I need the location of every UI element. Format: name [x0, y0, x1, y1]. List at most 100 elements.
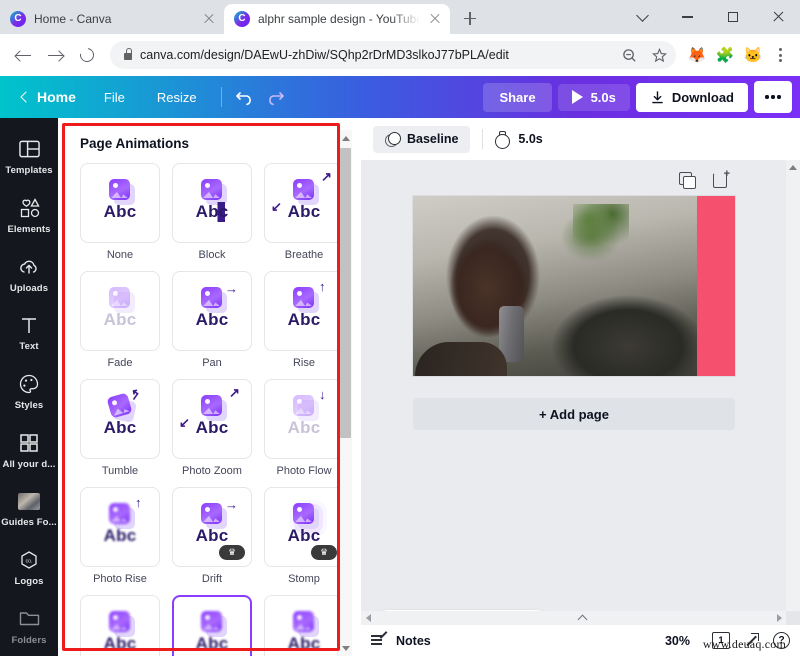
- minimize-icon[interactable]: [665, 0, 710, 34]
- sidebar-item-styles[interactable]: Styles: [0, 363, 58, 422]
- sidebar-item-uploads[interactable]: Uploads: [0, 245, 58, 304]
- scroll-left-button[interactable]: [361, 611, 375, 625]
- animation-option[interactable]: Abc: [264, 595, 344, 656]
- canvas-vertical-scrollbar[interactable]: [786, 160, 800, 624]
- play-duration-label: 5.0s: [590, 89, 616, 105]
- page-animations-panel: Page Animations Abc None Abc Block Abc ↗ ↙ Brea…: [58, 118, 360, 656]
- new-tab-button[interactable]: [456, 4, 484, 32]
- animation-option[interactable]: Abc ↑ Photo Rise: [80, 487, 160, 585]
- animation-thumbnail[interactable]: Abc: [80, 271, 160, 351]
- reload-icon[interactable]: [72, 40, 102, 70]
- abc-sample-text: Abc: [103, 634, 137, 653]
- sidebar-item-text[interactable]: Text: [0, 304, 58, 363]
- tab-title: alphr sample design - YouTube T: [258, 12, 420, 26]
- panel-scrollbar[interactable]: [337, 130, 352, 656]
- zoom-level[interactable]: 30%: [665, 634, 690, 648]
- play-preview-button[interactable]: 5.0s: [557, 83, 630, 111]
- address-bar[interactable]: canva.com/design/DAEwU-zhDiw/SQhp2rDrMD3…: [110, 41, 676, 69]
- scroll-up-button[interactable]: [786, 160, 800, 175]
- browser-tab-home-canva[interactable]: C Home - Canva: [0, 4, 224, 34]
- animation-thumbnail[interactable]: Abc: [172, 163, 252, 243]
- add-page-button[interactable]: + Add page: [413, 398, 735, 430]
- animation-thumbnail[interactable]: Abc → ♛: [172, 487, 252, 567]
- animation-thumbnail[interactable]: Abc: [172, 595, 252, 656]
- animation-option[interactable]: Abc None: [80, 163, 160, 261]
- close-icon[interactable]: [202, 12, 216, 26]
- browser-menu-icon[interactable]: [768, 42, 792, 68]
- page-duration-button[interactable]: 5.0s: [495, 131, 543, 149]
- baseline-label: Baseline: [407, 132, 459, 146]
- canvas-scroll-area: + Add page Happy Whistling Uku...: [361, 160, 786, 648]
- add-page-icon[interactable]: [712, 169, 730, 188]
- animation-option[interactable]: Abc ↑ Rise: [264, 271, 344, 369]
- animation-option[interactable]: Abc ♛ Stomp: [264, 487, 344, 585]
- image-placeholder-icon: [109, 611, 130, 632]
- scroll-right-button[interactable]: [772, 611, 786, 625]
- bookmark-star-icon[interactable]: [648, 44, 670, 66]
- zoom-out-icon[interactable]: [618, 44, 640, 66]
- scroll-down-button[interactable]: [338, 640, 353, 656]
- animation-preview: Abc: [181, 606, 243, 656]
- photo-element[interactable]: [413, 196, 697, 376]
- cat-avatar-icon[interactable]: 🐱: [740, 42, 766, 68]
- sidebar-item-elements[interactable]: Elements: [0, 187, 58, 246]
- timeline-expand-handle[interactable]: [553, 611, 611, 625]
- sidebar-item-logos[interactable]: co. Logos: [0, 539, 58, 598]
- share-button[interactable]: Share: [483, 82, 552, 112]
- tab-search-chevron-down-icon[interactable]: [620, 0, 665, 34]
- animation-thumbnail[interactable]: Abc: [264, 595, 344, 656]
- sidebar-item-folders[interactable]: Folders: [0, 597, 58, 656]
- animation-option[interactable]: Abc ↗ ↙ Photo Zoom: [172, 379, 252, 477]
- animation-option[interactable]: Abc: [80, 595, 160, 656]
- extensions-puzzle-icon[interactable]: 🧩: [712, 42, 738, 68]
- abc-sample-text: Abc: [103, 418, 137, 437]
- scrollbar-thumb[interactable]: [340, 148, 351, 438]
- duplicate-page-icon[interactable]: [679, 172, 696, 189]
- animation-thumbnail[interactable]: Abc ↰: [80, 379, 160, 459]
- more-options-button[interactable]: [754, 81, 792, 113]
- close-icon[interactable]: [428, 12, 442, 26]
- scroll-up-button[interactable]: [338, 130, 353, 146]
- shoulder-detail: [415, 342, 507, 376]
- timer-icon: [495, 131, 511, 149]
- animation-thumbnail[interactable]: Abc ↑: [264, 271, 344, 351]
- animation-option[interactable]: Abc Fade: [80, 271, 160, 369]
- animation-option[interactable]: Abc Block: [172, 163, 252, 261]
- design-page[interactable]: [413, 196, 735, 376]
- play-icon: [571, 90, 583, 104]
- animation-thumbnail[interactable]: Abc ♛: [264, 487, 344, 567]
- home-button[interactable]: Home: [10, 83, 88, 111]
- sidebar-item-templates[interactable]: Templates: [0, 128, 58, 187]
- animation-option[interactable]: Abc ↰ Tumble: [80, 379, 160, 477]
- animation-option[interactable]: Abc ↗ ↙ Breathe: [264, 163, 344, 261]
- forward-arrow-icon[interactable]: [40, 40, 70, 70]
- notes-button[interactable]: Notes: [371, 633, 431, 648]
- animation-thumbnail[interactable]: Abc →: [172, 271, 252, 351]
- metamask-fox-icon[interactable]: 🦊: [684, 42, 710, 68]
- animation-option[interactable]: Abc → Pan: [172, 271, 252, 369]
- download-button[interactable]: Download: [635, 82, 748, 112]
- maximize-icon[interactable]: [710, 0, 755, 34]
- browser-tab-alphr-sample-design[interactable]: C alphr sample design - YouTube T: [224, 4, 450, 34]
- animation-thumbnail[interactable]: Abc: [80, 163, 160, 243]
- animation-option[interactable]: Abc ↓ Photo Flow: [264, 379, 344, 477]
- scrollbar-corner: [786, 611, 800, 625]
- animation-option[interactable]: Abc: [172, 595, 252, 656]
- animation-thumbnail[interactable]: Abc ↓: [264, 379, 344, 459]
- redo-icon[interactable]: [260, 82, 290, 112]
- animation-option[interactable]: Abc → ♛ Drift: [172, 487, 252, 585]
- download-label: Download: [671, 89, 734, 105]
- animation-thumbnail[interactable]: Abc ↑: [80, 487, 160, 567]
- pink-accent-bar[interactable]: [697, 196, 735, 376]
- sidebar-item-guides-folder[interactable]: Guides Fo...: [0, 480, 58, 539]
- menu-item-file[interactable]: File: [88, 84, 141, 111]
- baseline-button[interactable]: Baseline: [373, 125, 471, 153]
- animation-thumbnail[interactable]: Abc: [80, 595, 160, 656]
- animation-thumbnail[interactable]: Abc ↗ ↙: [172, 379, 252, 459]
- sidebar-item-all-your-designs[interactable]: All your d...: [0, 421, 58, 480]
- back-arrow-icon[interactable]: [8, 40, 38, 70]
- menu-item-resize[interactable]: Resize: [141, 84, 213, 111]
- animation-thumbnail[interactable]: Abc ↗ ↙: [264, 163, 344, 243]
- undo-icon[interactable]: [230, 82, 260, 112]
- close-icon[interactable]: [755, 0, 800, 34]
